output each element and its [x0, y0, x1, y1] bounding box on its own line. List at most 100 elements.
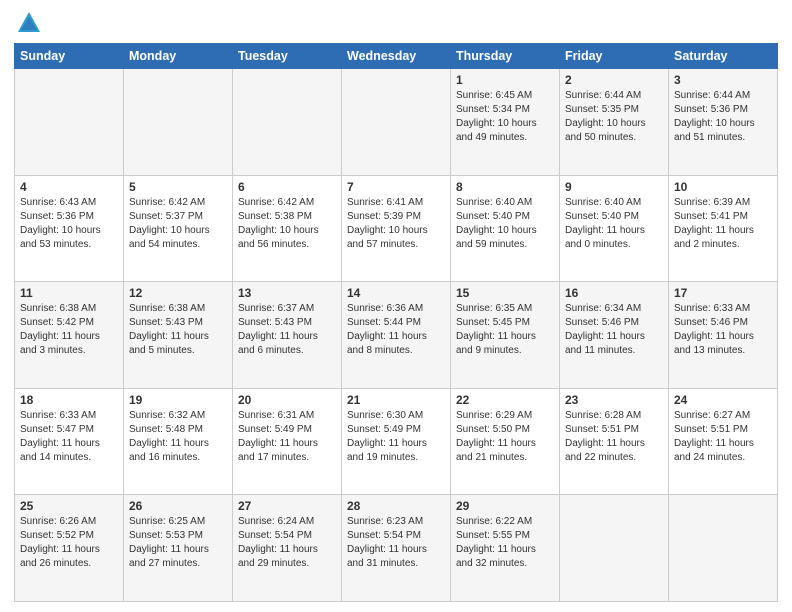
day-cell: 23 Sunrise: 6:28 AMSunset: 5:51 PMDayligh…: [560, 388, 669, 495]
day-cell: [233, 69, 342, 176]
day-cell: 8 Sunrise: 6:40 AMSunset: 5:40 PMDaylight…: [451, 175, 560, 282]
day-info: Sunrise: 6:41 AMSunset: 5:39 PMDaylight:…: [347, 196, 445, 252]
day-cell: 5 Sunrise: 6:42 AMSunset: 5:37 PMDaylight…: [124, 175, 233, 282]
week-row-5: 25Sunrise: 6:26 AMSunset: 5:52 PMDayligh…: [15, 495, 778, 602]
day-info: Sunrise: 6:24 AMSunset: 5:54 PMDaylight:…: [238, 515, 336, 571]
header-row: SundayMondayTuesdayWednesdayThursdayFrid…: [15, 44, 778, 69]
logo: [14, 14, 40, 37]
day-info: Sunrise: 6:31 AMSunset: 5:49 PMDaylight:…: [238, 409, 336, 465]
day-number: 21: [347, 393, 445, 407]
day-number: 26: [129, 499, 227, 513]
day-number: 1: [456, 73, 554, 87]
calendar-table: SundayMondayTuesdayWednesdayThursdayFrid…: [14, 43, 778, 602]
day-info: Sunrise: 6:27 AMSunset: 5:51 PMDaylight:…: [674, 409, 772, 465]
day-info: Sunrise: 6:36 AMSunset: 5:44 PMDaylight:…: [347, 302, 445, 358]
day-number: 3: [674, 73, 772, 87]
day-number: 19: [129, 393, 227, 407]
header-cell-friday: Friday: [560, 44, 669, 69]
day-cell: 27 Sunrise: 6:24 AMSunset: 5:54 PMDayligh…: [233, 495, 342, 602]
day-cell: 17 Sunrise: 6:33 AMSunset: 5:46 PMDayligh…: [669, 282, 778, 389]
day-cell: 9 Sunrise: 6:40 AMSunset: 5:40 PMDaylight…: [560, 175, 669, 282]
day-cell: 1 Sunrise: 6:45 AMSunset: 5:34 PMDaylight…: [451, 69, 560, 176]
header-cell-wednesday: Wednesday: [342, 44, 451, 69]
day-info: Sunrise: 6:29 AMSunset: 5:50 PMDaylight:…: [456, 409, 554, 465]
day-number: 15: [456, 286, 554, 300]
day-cell: 28 Sunrise: 6:23 AMSunset: 5:54 PMDayligh…: [342, 495, 451, 602]
day-cell: [15, 69, 124, 176]
day-info: Sunrise: 6:23 AMSunset: 5:54 PMDaylight:…: [347, 515, 445, 571]
day-info: Sunrise: 6:39 AMSunset: 5:41 PMDaylight:…: [674, 196, 772, 252]
day-number: 27: [238, 499, 336, 513]
day-number: 18: [20, 393, 118, 407]
day-cell: 18 Sunrise: 6:33 AMSunset: 5:47 PMDayligh…: [15, 388, 124, 495]
day-number: 11: [20, 286, 118, 300]
page: SundayMondayTuesdayWednesdayThursdayFrid…: [0, 0, 792, 612]
week-row-2: 4 Sunrise: 6:43 AMSunset: 5:36 PMDaylight…: [15, 175, 778, 282]
day-number: 20: [238, 393, 336, 407]
header-cell-sunday: Sunday: [15, 44, 124, 69]
week-row-3: 11 Sunrise: 6:38 AMSunset: 5:42 PMDayligh…: [15, 282, 778, 389]
day-info: Sunrise: 6:30 AMSunset: 5:49 PMDaylight:…: [347, 409, 445, 465]
day-cell: 16 Sunrise: 6:34 AMSunset: 5:46 PMDayligh…: [560, 282, 669, 389]
day-cell: 7 Sunrise: 6:41 AMSunset: 5:39 PMDaylight…: [342, 175, 451, 282]
day-cell: 24 Sunrise: 6:27 AMSunset: 5:51 PMDayligh…: [669, 388, 778, 495]
header: [14, 10, 778, 37]
day-cell: 3 Sunrise: 6:44 AMSunset: 5:36 PMDaylight…: [669, 69, 778, 176]
day-cell: 2 Sunrise: 6:44 AMSunset: 5:35 PMDaylight…: [560, 69, 669, 176]
day-number: 8: [456, 180, 554, 194]
day-info: Sunrise: 6:28 AMSunset: 5:51 PMDaylight:…: [565, 409, 663, 465]
day-number: 12: [129, 286, 227, 300]
day-cell: 21 Sunrise: 6:30 AMSunset: 5:49 PMDayligh…: [342, 388, 451, 495]
day-cell: 12Sunrise: 6:38 AMSunset: 5:43 PMDayligh…: [124, 282, 233, 389]
day-cell: 14 Sunrise: 6:36 AMSunset: 5:44 PMDayligh…: [342, 282, 451, 389]
day-cell: 11 Sunrise: 6:38 AMSunset: 5:42 PMDayligh…: [15, 282, 124, 389]
day-info: Sunrise: 6:45 AMSunset: 5:34 PMDaylight:…: [456, 89, 554, 145]
day-number: 9: [565, 180, 663, 194]
logo-triangle-icon: [18, 12, 40, 32]
day-info: Sunrise: 6:35 AMSunset: 5:45 PMDaylight:…: [456, 302, 554, 358]
day-info: Sunrise: 6:42 AMSunset: 5:37 PMDaylight:…: [129, 196, 227, 252]
day-info: Sunrise: 6:37 AMSunset: 5:43 PMDaylight:…: [238, 302, 336, 358]
day-number: 13: [238, 286, 336, 300]
day-cell: 4 Sunrise: 6:43 AMSunset: 5:36 PMDaylight…: [15, 175, 124, 282]
day-number: 14: [347, 286, 445, 300]
day-cell: 15 Sunrise: 6:35 AMSunset: 5:45 PMDayligh…: [451, 282, 560, 389]
day-info: Sunrise: 6:32 AMSunset: 5:48 PMDaylight:…: [129, 409, 227, 465]
day-cell: 10Sunrise: 6:39 AMSunset: 5:41 PMDayligh…: [669, 175, 778, 282]
day-number: 4: [20, 180, 118, 194]
day-cell: 19 Sunrise: 6:32 AMSunset: 5:48 PMDayligh…: [124, 388, 233, 495]
day-cell: [560, 495, 669, 602]
day-cell: 20 Sunrise: 6:31 AMSunset: 5:49 PMDayligh…: [233, 388, 342, 495]
day-number: 17: [674, 286, 772, 300]
day-cell: [342, 69, 451, 176]
day-info: Sunrise: 6:38 AMSunset: 5:42 PMDaylight:…: [20, 302, 118, 358]
day-number: 5: [129, 180, 227, 194]
day-number: 16: [565, 286, 663, 300]
day-info: Sunrise: 6:42 AMSunset: 5:38 PMDaylight:…: [238, 196, 336, 252]
day-number: 22: [456, 393, 554, 407]
day-cell: 29 Sunrise: 6:22 AMSunset: 5:55 PMDayligh…: [451, 495, 560, 602]
day-info: Sunrise: 6:22 AMSunset: 5:55 PMDaylight:…: [456, 515, 554, 571]
day-number: 29: [456, 499, 554, 513]
day-cell: [669, 495, 778, 602]
day-info: Sunrise: 6:44 AMSunset: 5:35 PMDaylight:…: [565, 89, 663, 145]
day-cell: 26Sunrise: 6:25 AMSunset: 5:53 PMDayligh…: [124, 495, 233, 602]
day-info: Sunrise: 6:44 AMSunset: 5:36 PMDaylight:…: [674, 89, 772, 145]
day-info: Sunrise: 6:26 AMSunset: 5:52 PMDaylight:…: [20, 515, 118, 571]
day-number: 24: [674, 393, 772, 407]
header-cell-saturday: Saturday: [669, 44, 778, 69]
day-cell: 25Sunrise: 6:26 AMSunset: 5:52 PMDayligh…: [15, 495, 124, 602]
day-info: Sunrise: 6:40 AMSunset: 5:40 PMDaylight:…: [565, 196, 663, 252]
day-info: Sunrise: 6:43 AMSunset: 5:36 PMDaylight:…: [20, 196, 118, 252]
day-cell: [124, 69, 233, 176]
day-number: 6: [238, 180, 336, 194]
day-info: Sunrise: 6:33 AMSunset: 5:47 PMDaylight:…: [20, 409, 118, 465]
day-number: 28: [347, 499, 445, 513]
day-cell: 6 Sunrise: 6:42 AMSunset: 5:38 PMDaylight…: [233, 175, 342, 282]
day-info: Sunrise: 6:40 AMSunset: 5:40 PMDaylight:…: [456, 196, 554, 252]
day-number: 23: [565, 393, 663, 407]
day-info: Sunrise: 6:33 AMSunset: 5:46 PMDaylight:…: [674, 302, 772, 358]
day-number: 7: [347, 180, 445, 194]
day-number: 2: [565, 73, 663, 87]
day-info: Sunrise: 6:34 AMSunset: 5:46 PMDaylight:…: [565, 302, 663, 358]
